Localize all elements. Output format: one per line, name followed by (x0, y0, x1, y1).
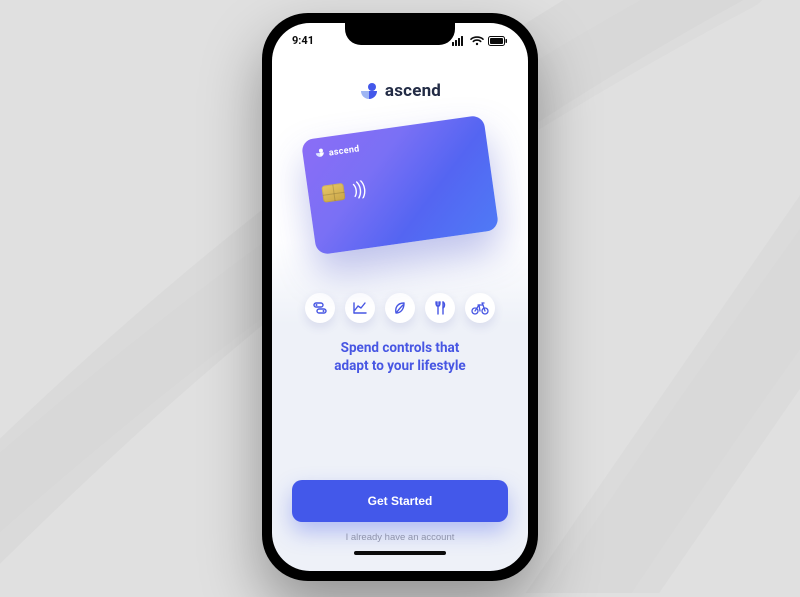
credit-card: ascend (301, 114, 499, 254)
card-brand-label: ascend (328, 143, 360, 157)
status-time: 9:41 (292, 34, 314, 47)
signal-icon (452, 36, 466, 46)
tagline-line1: Spend controls that (334, 339, 465, 357)
brand-logo: ascend (359, 81, 441, 101)
chart-icon (345, 293, 375, 323)
tagline-line2: adapt to your lifestyle (334, 357, 465, 375)
chip-icon (321, 182, 345, 202)
onboarding-content: ascend ascend (272, 23, 528, 571)
sign-in-link[interactable]: I already have an account (346, 532, 455, 543)
bike-icon (465, 293, 495, 323)
status-indicators (452, 36, 508, 46)
phone-frame: 9:41 (262, 13, 538, 581)
screen: 9:41 (272, 23, 528, 571)
brand-mark-icon (359, 81, 379, 101)
card-illustration: ascend (308, 127, 492, 243)
tagline: Spend controls that adapt to your lifest… (334, 339, 465, 375)
get-started-button[interactable]: Get Started (292, 480, 508, 522)
battery-icon (488, 36, 508, 46)
contactless-icon (351, 179, 370, 203)
toggles-icon (305, 293, 335, 323)
home-indicator (354, 551, 446, 555)
card-brand-mark-icon (314, 147, 326, 161)
notch (345, 23, 455, 45)
feature-icon-row (305, 293, 495, 323)
brand-name: ascend (385, 81, 441, 101)
leaf-icon (385, 293, 415, 323)
card-brand: ascend (314, 142, 360, 161)
food-icon (425, 293, 455, 323)
wifi-icon (470, 36, 484, 46)
